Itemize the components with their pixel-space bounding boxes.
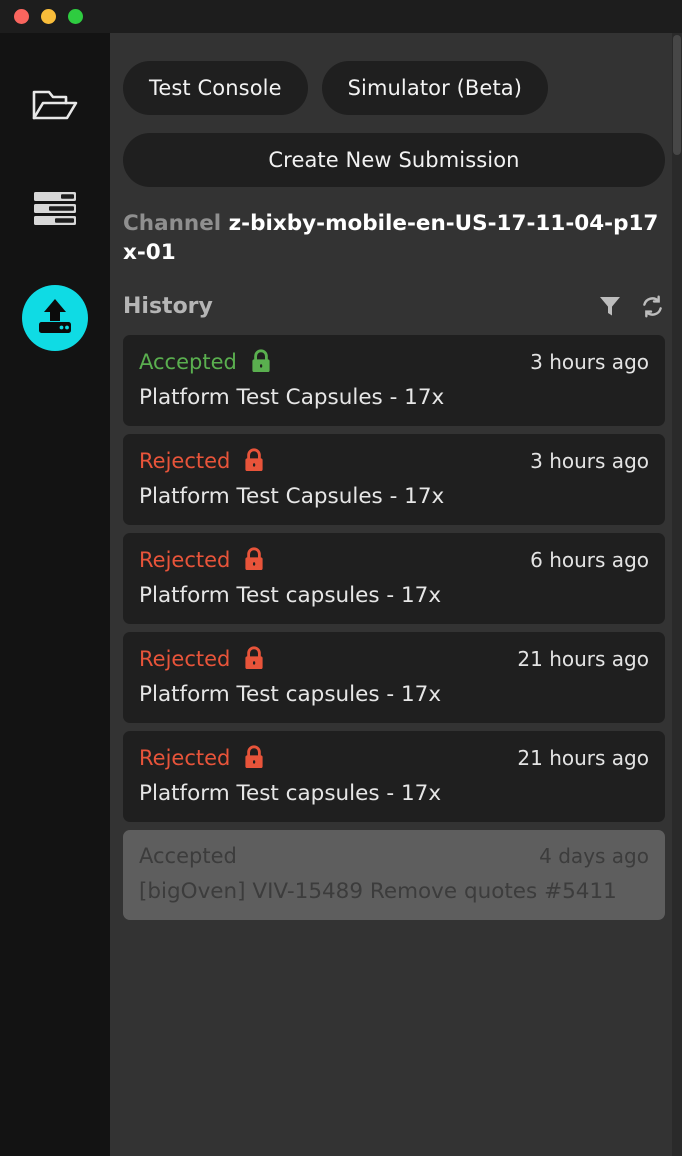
open-folder-icon xyxy=(30,85,80,125)
body-split: Test Console Simulator (Beta) Create New… xyxy=(0,33,682,1156)
history-card-time: 4 days ago xyxy=(539,844,649,869)
history-card-title: Platform Test capsules - 17x xyxy=(139,781,442,807)
history-card-title: Platform Test capsules - 17x xyxy=(139,682,442,708)
history-card-title: Platform Test Capsules - 17x xyxy=(139,385,445,411)
status-badge: Accepted xyxy=(139,349,237,374)
history-card-header: Rejected 21 hours ago xyxy=(139,646,649,671)
history-card-status-group: Rejected xyxy=(139,547,265,572)
minimize-window-button[interactable] xyxy=(41,9,56,24)
history-card-status-group: Accepted xyxy=(139,349,272,374)
lock-icon xyxy=(243,547,265,572)
top-button-row: Test Console Simulator (Beta) xyxy=(123,61,665,115)
lock-icon xyxy=(243,745,265,770)
refresh-icon[interactable] xyxy=(639,293,665,319)
history-card-status-group: Rejected xyxy=(139,745,265,770)
history-card-status-group: Rejected xyxy=(139,646,265,671)
channel-info: Channel z-bixby-mobile-en-US-17-11-04-p1… xyxy=(123,209,665,267)
panel-scrollbar-thumb[interactable] xyxy=(673,35,681,155)
history-card[interactable]: Rejected 3 hours ago Platform Test Capsule… xyxy=(123,434,665,526)
status-badge: Rejected xyxy=(139,448,231,473)
history-card-title: [bigOven] VIV-15489 Remove quotes #5411 xyxy=(139,879,617,905)
history-card-time: 21 hours ago xyxy=(517,646,649,671)
history-card-header: Accepted 4 days ago xyxy=(139,844,649,868)
history-card-status-group: Accepted xyxy=(139,844,237,868)
zoom-window-button[interactable] xyxy=(68,9,83,24)
history-list: Accepted 3 hours ago Platform Test Capsule… xyxy=(123,335,665,1156)
test-console-button[interactable]: Test Console xyxy=(123,61,308,115)
history-card-header: Rejected 21 hours ago xyxy=(139,745,649,770)
simulator-button[interactable]: Simulator (Beta) xyxy=(321,61,549,115)
history-title: History xyxy=(123,293,213,319)
history-card-title: Platform Test capsules - 17x xyxy=(139,583,442,609)
history-card-time: 3 hours ago xyxy=(530,349,649,374)
history-card-header: Rejected 6 hours ago xyxy=(139,547,649,572)
close-window-button[interactable] xyxy=(14,9,29,24)
history-card-status-group: Rejected xyxy=(139,448,265,473)
history-card-header: Rejected 3 hours ago xyxy=(139,448,649,473)
status-badge: Rejected xyxy=(139,646,231,671)
create-new-submission-button[interactable]: Create New Submission xyxy=(123,133,665,187)
status-badge: Accepted xyxy=(139,844,237,869)
sidebar-item-files[interactable] xyxy=(22,77,88,133)
history-card-title: Platform Test Capsules - 17x xyxy=(139,484,445,510)
history-card[interactable]: Accepted 4 days ago [bigOven] VIV-15489 Re… xyxy=(123,830,665,921)
history-card[interactable]: Rejected 21 hours ago Platform Test capsul… xyxy=(123,731,665,823)
lock-icon xyxy=(243,646,265,671)
sidebar-item-logs[interactable] xyxy=(22,181,88,237)
window-controls xyxy=(14,9,83,24)
app-window: Test Console Simulator (Beta) Create New… xyxy=(0,0,682,1156)
history-card-time: 3 hours ago xyxy=(530,448,649,473)
history-card-time: 21 hours ago xyxy=(517,745,649,770)
history-card[interactable]: Rejected 6 hours ago Platform Test capsule… xyxy=(123,533,665,625)
status-badge: Rejected xyxy=(139,745,231,770)
logs-icon xyxy=(33,191,77,227)
channel-label: Channel xyxy=(123,211,222,236)
submissions-panel: Test Console Simulator (Beta) Create New… xyxy=(110,33,682,1156)
history-header: History xyxy=(123,293,665,319)
panel-scrollbar-track[interactable] xyxy=(672,33,682,1156)
title-bar xyxy=(0,0,682,33)
history-actions xyxy=(597,293,665,319)
filter-funnel-icon[interactable] xyxy=(597,293,623,319)
history-card[interactable]: Rejected 21 hours ago Platform Test capsul… xyxy=(123,632,665,724)
history-card-header: Accepted 3 hours ago xyxy=(139,349,649,374)
deploy-upload-icon xyxy=(35,297,75,339)
lock-icon xyxy=(243,448,265,473)
sidebar-item-submissions[interactable] xyxy=(22,285,88,351)
sidebar-rail xyxy=(0,33,110,1156)
history-card[interactable]: Accepted 3 hours ago Platform Test Capsule… xyxy=(123,335,665,427)
lock-icon xyxy=(250,349,272,374)
status-badge: Rejected xyxy=(139,547,231,572)
history-card-time: 6 hours ago xyxy=(530,547,649,572)
